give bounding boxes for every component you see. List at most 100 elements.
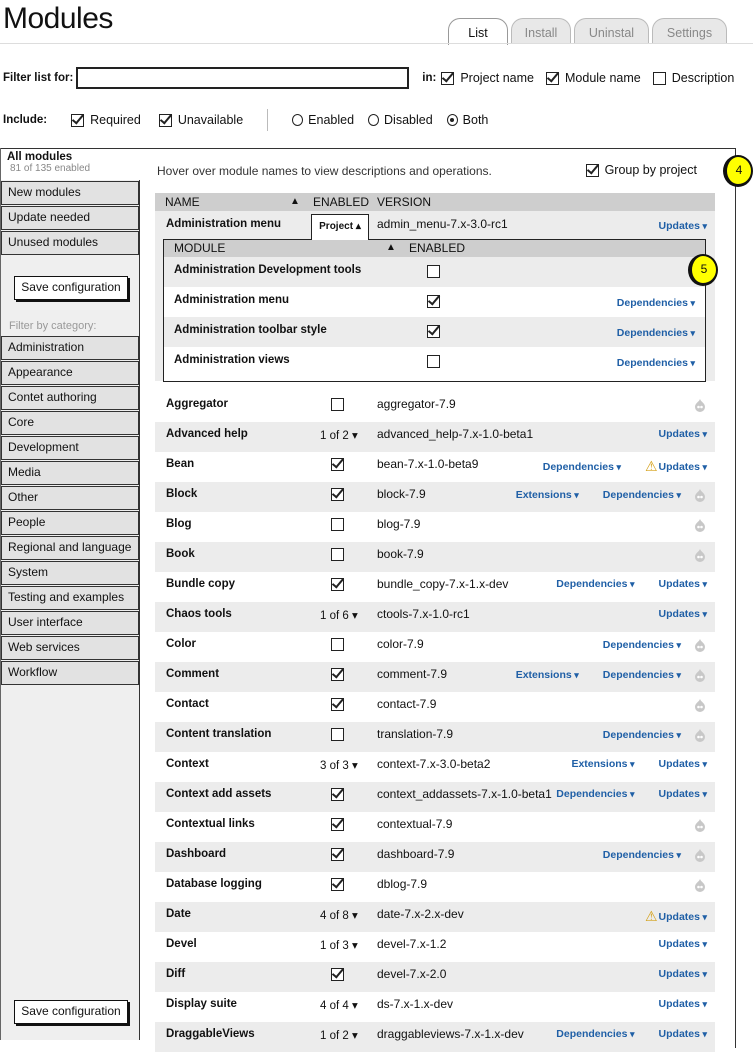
dependencies-link[interactable]: Dependencies <box>543 461 621 473</box>
radio-enabled[interactable]: Enabled <box>292 113 354 127</box>
enabled-checkbox[interactable] <box>427 325 440 341</box>
extensions-link[interactable]: Extensions <box>516 669 579 681</box>
enabled-count-dropdown[interactable]: 4 of 8 ▾ <box>320 908 358 922</box>
enabled-count-dropdown[interactable]: 3 of 3 ▾ <box>320 758 358 772</box>
sidebar-item-all-modules[interactable]: All modules 81 of 135 enabled <box>1 148 142 180</box>
enabled-count-dropdown[interactable]: 4 of 4 ▾ <box>320 998 358 1012</box>
dependencies-link[interactable]: Dependencies <box>617 297 695 309</box>
column-header-enabled[interactable]: ENABLED <box>313 195 369 209</box>
sort-asc-icon[interactable]: ▲ <box>290 196 300 207</box>
enabled-checkbox[interactable] <box>331 788 344 804</box>
dependencies-link[interactable]: Dependencies <box>603 849 681 861</box>
dependencies-link[interactable]: Dependencies <box>603 639 681 651</box>
updates-link[interactable]: Updates <box>659 938 707 950</box>
module-name[interactable]: Date <box>166 908 191 920</box>
enabled-count-dropdown[interactable]: 1 of 6 ▾ <box>320 608 358 622</box>
save-configuration-button-top[interactable]: Save configuration <box>14 276 128 300</box>
enabled-count-dropdown[interactable]: 1 of 2 ▾ <box>320 1028 358 1042</box>
updates-link[interactable]: Updates <box>659 578 707 590</box>
filter-module-name-checkbox[interactable]: Module name <box>546 71 641 85</box>
dependencies-link[interactable]: Dependencies <box>603 669 681 681</box>
module-name[interactable]: Block <box>166 488 197 500</box>
radio-disabled[interactable]: Disabled <box>368 113 433 127</box>
column-header-enabled[interactable]: ENABLED <box>409 241 465 255</box>
updates-link[interactable]: Updates <box>659 998 707 1010</box>
updates-link[interactable]: Updates <box>659 461 707 473</box>
module-name[interactable]: Administration views <box>174 354 290 366</box>
module-name[interactable]: Blog <box>166 518 192 530</box>
dependencies-link[interactable]: Dependencies <box>556 788 634 800</box>
module-name[interactable]: Dashboard <box>166 848 226 860</box>
module-name[interactable]: Administration menu <box>174 294 289 306</box>
enabled-checkbox[interactable] <box>331 968 344 984</box>
enabled-checkbox[interactable] <box>331 878 344 894</box>
module-name[interactable]: DraggableViews <box>166 1028 255 1040</box>
module-name[interactable]: Chaos tools <box>166 608 232 620</box>
sidebar-category-core[interactable]: Core <box>1 411 139 435</box>
sidebar-category-administration[interactable]: Administration <box>1 336 139 360</box>
dependencies-link[interactable]: Dependencies <box>603 729 681 741</box>
module-name[interactable]: Contextual links <box>166 818 255 830</box>
updates-link[interactable]: Updates <box>659 788 707 800</box>
filter-project-name-checkbox[interactable]: Project name <box>441 71 534 85</box>
dependencies-link[interactable]: Dependencies <box>617 327 695 339</box>
enabled-checkbox[interactable] <box>331 458 344 474</box>
updates-link[interactable]: Updates <box>659 911 707 923</box>
group-by-project-checkbox[interactable]: Group by project <box>585 163 697 177</box>
dependencies-link[interactable]: Dependencies <box>603 489 681 501</box>
enabled-checkbox[interactable] <box>331 818 344 834</box>
sidebar-category-system[interactable]: System <box>1 561 139 585</box>
sort-asc-icon[interactable]: ▲ <box>386 242 396 253</box>
sidebar-category-media[interactable]: Media <box>1 461 139 485</box>
enabled-checkbox[interactable] <box>427 265 440 281</box>
enabled-checkbox[interactable] <box>331 668 344 684</box>
enabled-checkbox[interactable] <box>331 728 344 744</box>
filter-description-checkbox[interactable]: Description <box>652 71 734 85</box>
enabled-checkbox[interactable] <box>331 638 344 654</box>
enabled-checkbox[interactable] <box>331 698 344 714</box>
module-name[interactable]: Devel <box>166 938 197 950</box>
enabled-count-dropdown[interactable]: 1 of 2 ▾ <box>320 428 358 442</box>
enabled-checkbox[interactable] <box>331 578 344 594</box>
module-name[interactable]: Book <box>166 548 195 560</box>
module-name[interactable]: Context add assets <box>166 788 271 800</box>
extensions-link[interactable]: Extensions <box>571 758 634 770</box>
sidebar-item-new-modules[interactable]: New modules <box>1 181 139 205</box>
filter-input[interactable] <box>76 67 410 89</box>
enabled-checkbox[interactable] <box>331 398 344 414</box>
enabled-checkbox[interactable] <box>427 355 440 371</box>
updates-link[interactable]: Updates <box>659 220 707 232</box>
module-name[interactable]: Color <box>166 638 196 650</box>
sidebar-category-regional-and-language[interactable]: Regional and language <box>1 536 139 560</box>
module-name[interactable]: Bundle copy <box>166 578 235 590</box>
sidebar-category-appearance[interactable]: Appearance <box>1 361 139 385</box>
module-name[interactable]: Database logging <box>166 878 262 890</box>
sidebar-item-update-needed[interactable]: Update needed <box>1 206 139 230</box>
module-name[interactable]: Administration menu <box>166 218 281 230</box>
module-name[interactable]: Bean <box>166 458 194 470</box>
module-name[interactable]: Diff <box>166 968 185 980</box>
sidebar-category-web-services[interactable]: Web services <box>1 636 139 660</box>
module-name[interactable]: Administration Development tools <box>174 264 361 276</box>
save-configuration-button-bottom[interactable]: Save configuration <box>14 1000 128 1024</box>
include-required-checkbox[interactable]: Required <box>71 113 141 127</box>
column-header-name[interactable]: NAME <box>165 195 200 209</box>
dependencies-link[interactable]: Dependencies <box>556 1028 634 1040</box>
updates-link[interactable]: Updates <box>659 428 707 440</box>
tab-list[interactable]: List <box>448 18 508 45</box>
updates-link[interactable]: Updates <box>659 608 707 620</box>
module-name[interactable]: Aggregator <box>166 398 228 410</box>
include-unavailable-checkbox[interactable]: Unavailable <box>158 113 243 127</box>
sidebar-category-workflow[interactable]: Workflow <box>1 661 139 685</box>
enabled-checkbox[interactable] <box>331 518 344 534</box>
module-name[interactable]: Content translation <box>166 728 271 740</box>
module-name[interactable]: Comment <box>166 668 219 680</box>
updates-link[interactable]: Updates <box>659 758 707 770</box>
sidebar-item-unused-modules[interactable]: Unused modules <box>1 231 139 255</box>
sidebar-category-other[interactable]: Other <box>1 486 139 510</box>
sidebar-category-user-interface[interactable]: User interface <box>1 611 139 635</box>
sidebar-category-development[interactable]: Development <box>1 436 139 460</box>
tab-install[interactable]: Install <box>511 18 571 44</box>
sidebar-category-people[interactable]: People <box>1 511 139 535</box>
sidebar-category-contet-authoring[interactable]: Contet authoring <box>1 386 139 410</box>
